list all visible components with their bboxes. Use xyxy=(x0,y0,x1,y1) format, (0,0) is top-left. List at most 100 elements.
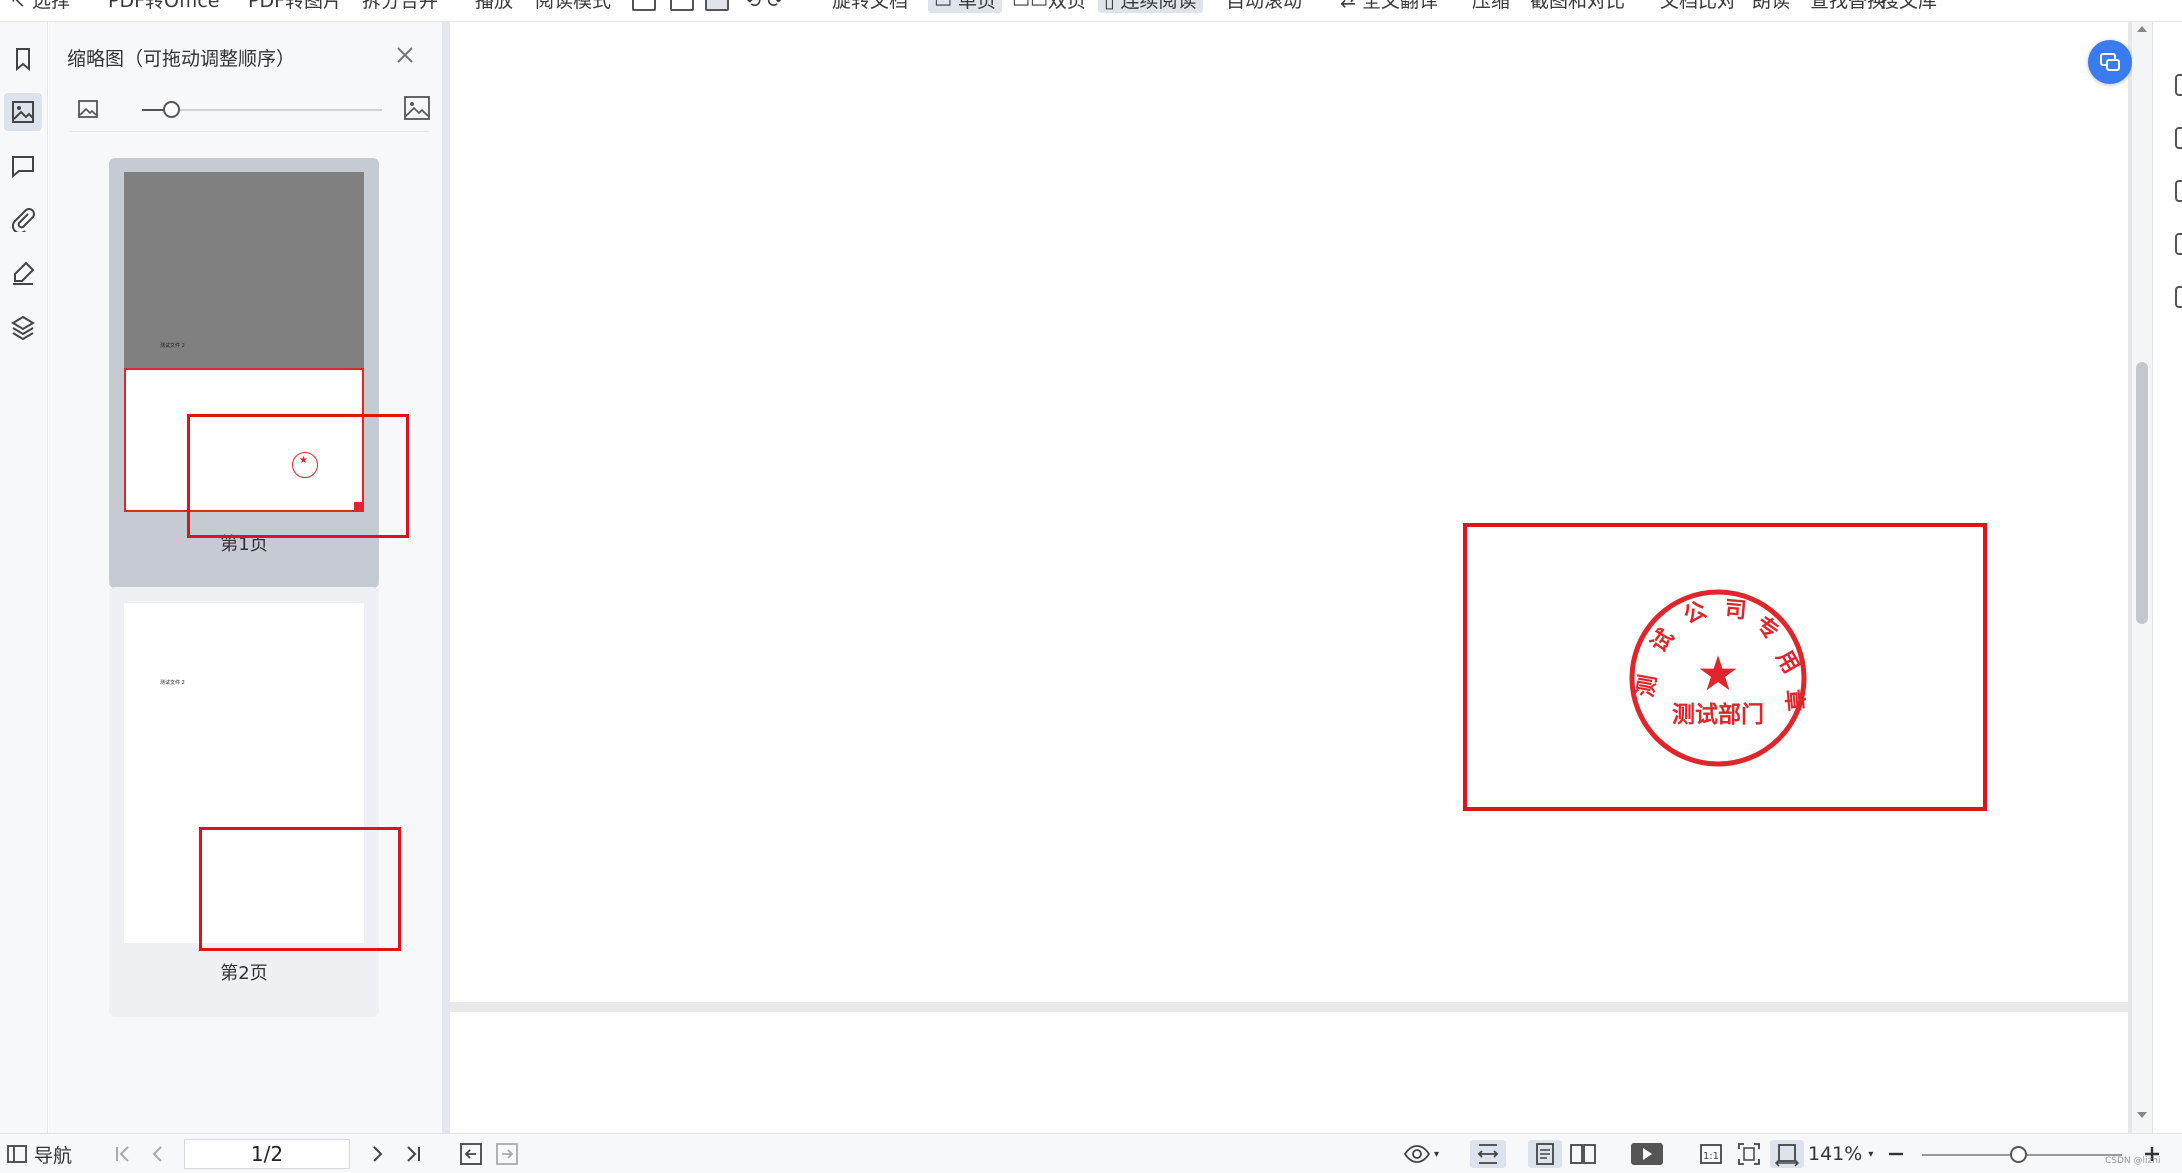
single-page-button[interactable]: ▭ 单页 xyxy=(928,0,1003,13)
pdf-to-image-button[interactable]: PDF转图片 xyxy=(248,0,342,13)
right-rail-icon[interactable] xyxy=(2175,180,2182,202)
play-button[interactable] xyxy=(1630,1140,1664,1168)
bookmark-button[interactable] xyxy=(4,40,42,78)
split-merge-button[interactable]: 拆分合并 xyxy=(362,0,438,13)
back-button[interactable] xyxy=(458,1140,484,1168)
crop-icon[interactable] xyxy=(632,0,656,11)
fit-width-button[interactable] xyxy=(1470,1140,1506,1168)
vertical-scrollbar[interactable] xyxy=(2132,22,2152,1133)
large-image-icon[interactable] xyxy=(403,94,431,122)
layers-button[interactable] xyxy=(4,308,42,346)
toolbar: ↖ 选择 PDF转Office PDF转图片 拆分合并 播放 阅读模式 ⟲ ⟳ … xyxy=(0,0,2182,22)
cursor-icon: ↖ xyxy=(10,0,26,12)
signature-icon xyxy=(13,261,35,285)
prev-page-button[interactable] xyxy=(145,1140,171,1168)
fit-page-button[interactable] xyxy=(1736,1140,1762,1168)
double-page-icon: ▭▭ xyxy=(1012,0,1048,12)
next-page-button[interactable] xyxy=(364,1140,390,1168)
document-page-1: 测 试 公 司 专 用 章 ★ 测试部门 xyxy=(450,22,2128,1002)
seal-arc-char: 试 xyxy=(1646,625,1679,657)
rotate-arrows-icon[interactable]: ⟲ ⟳ xyxy=(745,0,783,13)
floating-tool-button[interactable] xyxy=(2088,40,2132,84)
forward-button[interactable] xyxy=(494,1140,520,1168)
forward-arrow-icon xyxy=(496,1143,518,1165)
dropdown-arrow-icon: ▾ xyxy=(1868,1148,1874,1160)
navigation-toggle[interactable]: 导航 xyxy=(6,1140,72,1168)
scroll-down-arrow-icon[interactable] xyxy=(2137,1112,2147,1118)
actual-size-button[interactable]: 1:1 xyxy=(1698,1140,1724,1168)
double-page-view-button[interactable] xyxy=(1568,1140,1598,1168)
thumbnail-size-row xyxy=(69,96,430,132)
fit-width-icon[interactable] xyxy=(705,0,729,11)
seal-arc-char: 章 xyxy=(1780,688,1808,712)
auto-scroll-button[interactable]: 自动滚动 xyxy=(1226,0,1302,13)
attachment-icon xyxy=(11,208,35,232)
fit-width-icon xyxy=(1477,1144,1499,1164)
continuous-icon: ▯ xyxy=(1104,0,1115,12)
pdf-to-office-button[interactable]: PDF转Office xyxy=(108,0,219,13)
thumbnail-size-slider[interactable] xyxy=(162,101,180,118)
reading-mode-button[interactable]: 阅读模式 xyxy=(535,0,611,13)
double-page-button[interactable]: ▭▭双页 xyxy=(1012,0,1086,13)
right-rail-icon[interactable] xyxy=(2175,233,2182,255)
page-number-input[interactable]: 1/2 xyxy=(184,1139,350,1169)
double-page-icon xyxy=(1570,1144,1596,1164)
attachment-button[interactable] xyxy=(4,200,42,238)
right-rail-icon[interactable] xyxy=(2175,286,2182,308)
seal-arc-char: 公 xyxy=(1680,597,1711,629)
fit-width-page-button[interactable] xyxy=(1770,1140,1804,1168)
document-compare-button[interactable]: 文档比对 xyxy=(1660,0,1736,13)
thumbnail-button[interactable] xyxy=(4,93,42,131)
signature-button[interactable] xyxy=(4,254,42,292)
right-rail-icon[interactable] xyxy=(2175,127,2182,149)
fit-page-icon xyxy=(1738,1143,1760,1165)
first-page-icon xyxy=(116,1146,129,1162)
dropdown-arrow-icon: ▾ xyxy=(1434,1148,1440,1160)
actual-size-icon: 1:1 xyxy=(1700,1144,1722,1164)
play-button[interactable]: 播放 xyxy=(475,0,513,13)
thumbnail-panel: 缩略图（可拖动调整顺序） 测试文件 2 第1页 测试文件 2 第2页 xyxy=(49,22,442,1133)
read-aloud-button[interactable]: 朗读 xyxy=(1752,0,1790,13)
play-icon xyxy=(1631,1143,1663,1165)
sidebar-rail xyxy=(0,22,48,1133)
panel-splitter[interactable] xyxy=(442,22,450,1133)
bookmark-icon xyxy=(16,48,30,72)
thumbnail-label: 第2页 xyxy=(220,963,268,984)
single-page-view-button[interactable] xyxy=(1528,1140,1562,1168)
annotation-box xyxy=(199,827,401,951)
panel-title: 缩略图（可拖动调整顺序） xyxy=(67,48,296,70)
thumbnail-page-2[interactable]: 测试文件 2 第2页 xyxy=(109,587,379,1017)
comment-button[interactable] xyxy=(4,147,42,185)
small-image-icon[interactable] xyxy=(77,98,99,120)
screenshot-compare-button[interactable]: 截图和对比 xyxy=(1530,0,1625,13)
continuous-reading-button[interactable]: ▯ 连续阅读 xyxy=(1098,0,1203,13)
translate-button[interactable]: ⇄ 全文翻译 xyxy=(1340,0,1438,13)
chevron-left-icon xyxy=(152,1146,162,1162)
find-replace-button[interactable]: 查找替换 xyxy=(1810,0,1886,13)
scroll-thumb[interactable] xyxy=(2136,362,2148,624)
right-rail-icon[interactable] xyxy=(2175,74,2182,96)
search-library-button[interactable]: 搜文库 xyxy=(1880,0,1937,13)
compress-button[interactable]: 压缩 xyxy=(1472,0,1510,13)
first-page-button[interactable] xyxy=(110,1140,136,1168)
document-page-2 xyxy=(450,1012,2128,1133)
scroll-up-arrow-icon[interactable] xyxy=(2137,26,2147,32)
close-icon[interactable] xyxy=(392,42,418,68)
seal-arc-char: 测 xyxy=(1633,673,1661,699)
last-page-button[interactable] xyxy=(400,1140,426,1168)
rotate-document-button[interactable]: 旋转文档 xyxy=(832,0,908,13)
document-view[interactable]: 测 试 公 司 专 用 章 ★ 测试部门 xyxy=(450,22,2132,1133)
screen-translate-icon xyxy=(2100,53,2120,71)
svg-text:1:1: 1:1 xyxy=(1703,1151,1719,1162)
eye-icon xyxy=(1403,1145,1431,1163)
comment-icon xyxy=(12,156,34,179)
zoom-slider[interactable] xyxy=(2010,1146,2027,1163)
panel-toggle-icon xyxy=(7,1145,27,1163)
minus-icon xyxy=(1889,1152,1903,1156)
fit-page-icon[interactable] xyxy=(670,0,694,11)
select-tool-button[interactable]: ↖ 选择 xyxy=(10,0,70,13)
status-bar: 导航 1/2 ▾ 1:1 141% ▾ CSDN @lizhi xyxy=(0,1133,2182,1173)
eye-protection-button[interactable]: ▾ xyxy=(1402,1140,1439,1168)
zoom-dropdown[interactable]: 141% ▾ xyxy=(1808,1140,1873,1168)
zoom-out-button[interactable] xyxy=(1886,1140,1906,1168)
